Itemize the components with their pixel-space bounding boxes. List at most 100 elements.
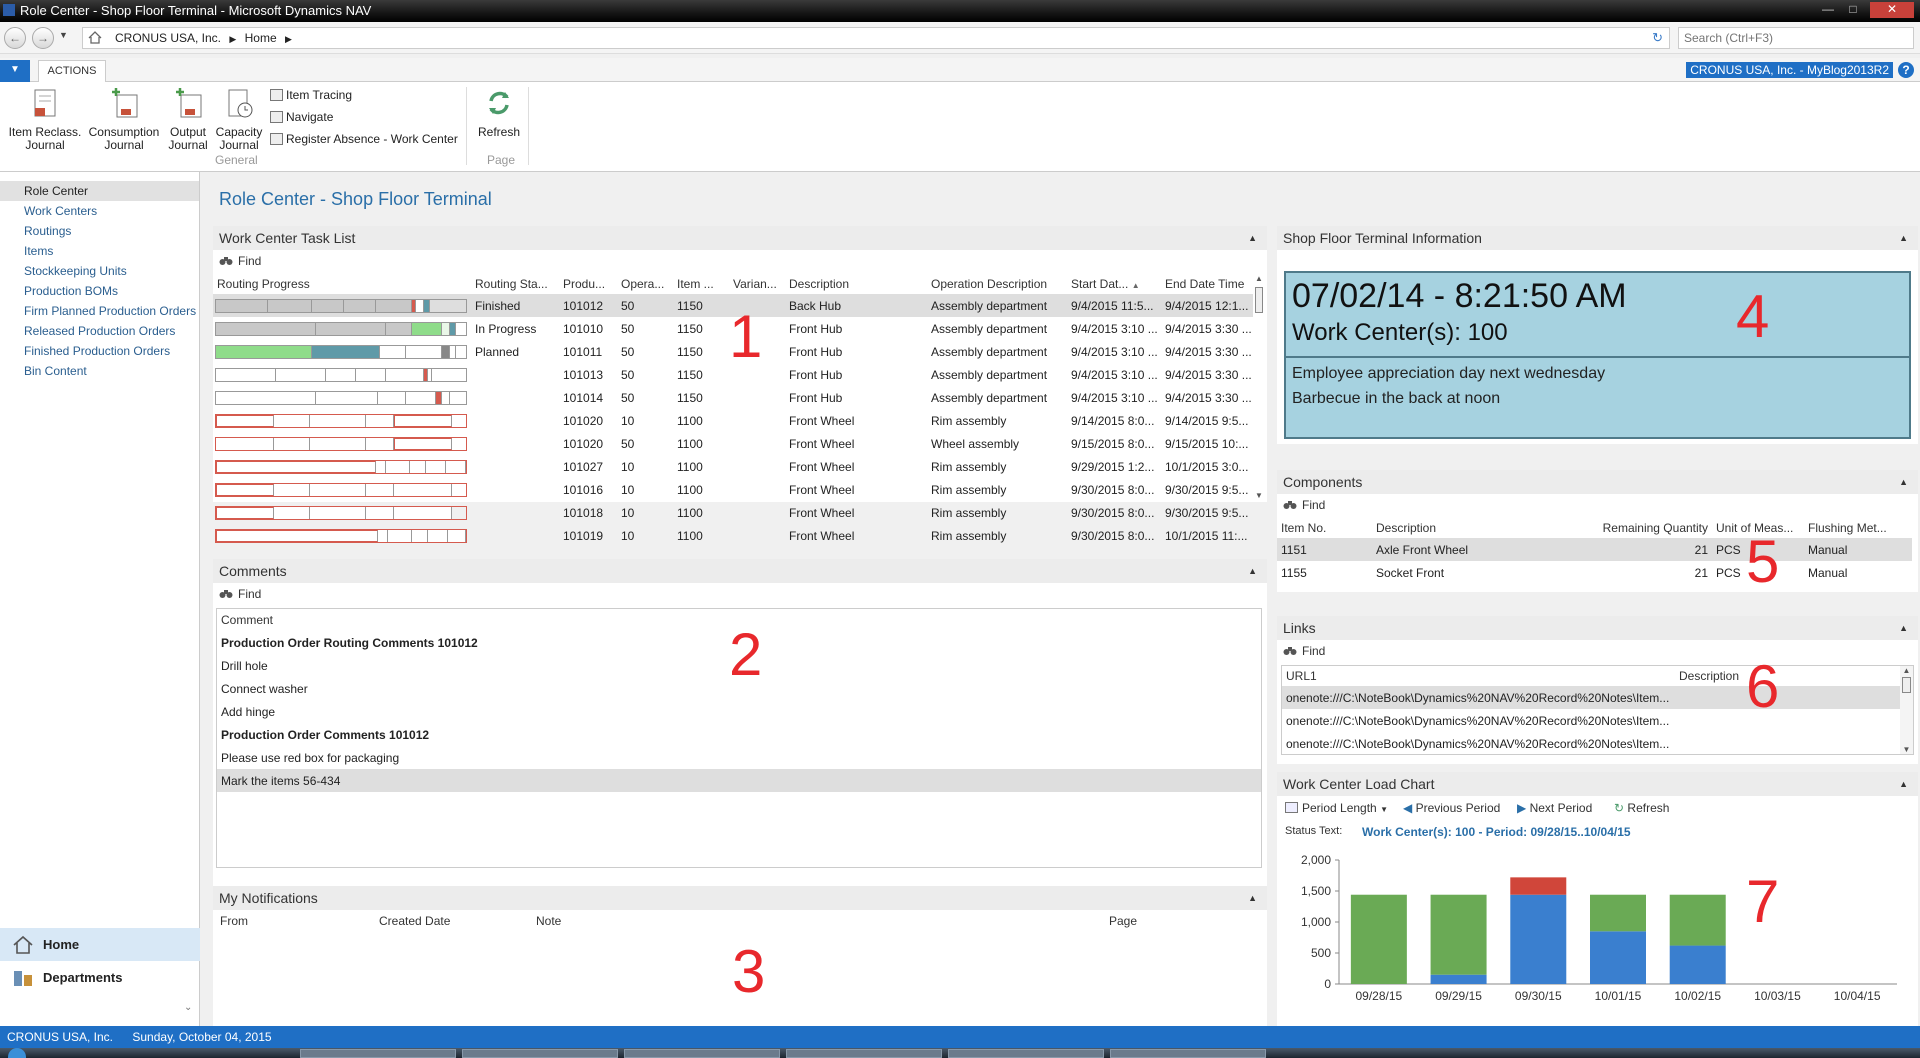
- column-header[interactable]: Opera...: [617, 274, 673, 294]
- collapse-icon[interactable]: ▲: [1899, 772, 1908, 796]
- nav-expand-icon[interactable]: ⌄: [184, 1002, 192, 1013]
- taskbar-button[interactable]: [462, 1049, 618, 1058]
- column-header[interactable]: Routing Sta...: [471, 274, 559, 294]
- taskbar-button[interactable]: [624, 1049, 780, 1058]
- bar-segment[interactable]: [1350, 894, 1407, 984]
- refresh-icon[interactable]: ↻: [1652, 28, 1663, 48]
- table-row[interactable]: Production Order Comments 101012: [217, 723, 1261, 746]
- bar-segment[interactable]: [1510, 877, 1567, 895]
- column-header[interactable]: From: [220, 914, 248, 928]
- table-row[interactable]: Add hinge: [217, 700, 1261, 723]
- history-dropdown-icon[interactable]: ▼: [59, 30, 68, 40]
- register-absence-button[interactable]: Register Absence - Work Center: [270, 132, 458, 146]
- bar-segment[interactable]: [1669, 894, 1726, 946]
- find-button[interactable]: Find: [1283, 644, 1325, 658]
- table-row[interactable]: onenote:///C:\NoteBook\Dynamics%20NAV%20…: [1282, 686, 1900, 709]
- previous-period-button[interactable]: ◀ Previous Period: [1403, 801, 1500, 815]
- collapse-icon[interactable]: ▲: [1248, 559, 1257, 583]
- column-header[interactable]: Flushing Met...: [1804, 518, 1912, 538]
- nav-item-firm-planned-orders[interactable]: Firm Planned Production Orders: [0, 301, 199, 321]
- column-header[interactable]: Item ...: [673, 274, 729, 294]
- taskbar-button[interactable]: [786, 1049, 942, 1058]
- table-row[interactable]: 1151 Axle Front Wheel 21 PCS Manual: [1277, 538, 1912, 561]
- bar-segment[interactable]: [1590, 931, 1646, 984]
- minimize-button[interactable]: —: [1818, 2, 1838, 18]
- nav-item-finished-orders[interactable]: Finished Production Orders: [0, 341, 199, 361]
- output-journal-button[interactable]: Output Journal: [164, 87, 212, 152]
- column-header[interactable]: Routing Progress: [213, 274, 471, 294]
- chart-refresh-button[interactable]: ↻ Refresh: [1614, 801, 1669, 815]
- column-header[interactable]: End Date Time: [1161, 274, 1253, 294]
- maximize-button[interactable]: □: [1843, 2, 1863, 18]
- column-header[interactable]: Page: [1109, 914, 1137, 928]
- links-scrollbar[interactable]: ▲ ▼: [1900, 666, 1913, 754]
- navigate-button[interactable]: Navigate: [270, 110, 333, 124]
- nav-item-stockkeeping-units[interactable]: Stockkeeping Units: [0, 261, 199, 281]
- find-button[interactable]: Find: [219, 587, 261, 601]
- taskbar-button[interactable]: [1110, 1049, 1266, 1058]
- column-header[interactable]: Created Date: [379, 914, 450, 928]
- help-icon[interactable]: ?: [1898, 62, 1914, 78]
- column-header[interactable]: Operation Description: [927, 274, 1067, 294]
- find-button[interactable]: Find: [1283, 498, 1325, 512]
- column-header[interactable]: URL1: [1282, 666, 1675, 686]
- table-row[interactable]: onenote:///C:\NoteBook\Dynamics%20NAV%20…: [1282, 732, 1900, 754]
- column-header[interactable]: Start Dat... ▲: [1067, 274, 1161, 294]
- table-row[interactable]: Mark the items 56-434: [217, 769, 1261, 792]
- back-button[interactable]: ←: [4, 27, 26, 49]
- tab-actions[interactable]: ACTIONS: [38, 60, 106, 83]
- collapse-icon[interactable]: ▲: [1899, 616, 1908, 640]
- column-header[interactable]: Description: [785, 274, 927, 294]
- nav-item-items[interactable]: Items: [0, 241, 199, 261]
- table-row[interactable]: 1155 Socket Front 21 PCS Manual: [1277, 561, 1912, 584]
- column-header[interactable]: Item No.: [1277, 518, 1372, 538]
- capacity-journal-button[interactable]: Capacity Journal: [214, 87, 264, 152]
- close-button[interactable]: ✕: [1870, 2, 1914, 18]
- breadcrumb-company[interactable]: CRONUS USA, Inc.: [115, 31, 221, 45]
- breadcrumb-page[interactable]: Home: [245, 31, 277, 45]
- url-cell[interactable]: onenote:///C:\NoteBook\Dynamics%20NAV%20…: [1282, 686, 1675, 709]
- column-header[interactable]: Remaining Quantity: [1592, 518, 1712, 538]
- nav-item-work-centers[interactable]: Work Centers: [0, 201, 199, 221]
- breadcrumb-chevron-icon[interactable]: ▶: [285, 34, 292, 44]
- column-header[interactable]: Produ...: [559, 274, 617, 294]
- task-list-scrollbar[interactable]: ▲ ▼: [1253, 274, 1265, 500]
- nav-item-role-center[interactable]: Role Center: [0, 181, 199, 201]
- nav-group-home[interactable]: Home: [0, 928, 200, 961]
- taskbar-button[interactable]: [948, 1049, 1104, 1058]
- table-row[interactable]: 101027 10 1100 Front Wheel Rim assembly 9/29/…: [213, 455, 1253, 478]
- table-row[interactable]: 101014 50 1150 Front Hub Assembly department…: [213, 386, 1253, 409]
- taskbar-button[interactable]: [300, 1049, 456, 1058]
- item-reclass-journal-button[interactable]: Item Reclass. Journal: [8, 87, 82, 152]
- nav-item-production-boms[interactable]: Production BOMs: [0, 281, 199, 301]
- bar-segment[interactable]: [1430, 894, 1487, 975]
- url-cell[interactable]: onenote:///C:\NoteBook\Dynamics%20NAV%20…: [1282, 709, 1675, 732]
- collapse-icon[interactable]: ▲: [1248, 226, 1257, 250]
- item-tracing-button[interactable]: Item Tracing: [270, 88, 352, 102]
- collapse-icon[interactable]: ▲: [1899, 226, 1908, 250]
- nav-item-released-orders[interactable]: Released Production Orders: [0, 321, 199, 341]
- table-row[interactable]: 101020 10 1100 Front Wheel Rim assembly 9/14/…: [213, 409, 1253, 432]
- next-period-button[interactable]: ▶ Next Period: [1517, 801, 1592, 815]
- collapse-icon[interactable]: ▲: [1248, 886, 1257, 910]
- application-menu-button[interactable]: ▼: [0, 60, 30, 82]
- search-input[interactable]: [1678, 27, 1914, 49]
- column-header[interactable]: Description: [1675, 666, 1900, 686]
- nav-item-routings[interactable]: Routings: [0, 221, 199, 241]
- nav-group-departments[interactable]: Departments: [0, 961, 200, 994]
- url-cell[interactable]: onenote:///C:\NoteBook\Dynamics%20NAV%20…: [1282, 732, 1675, 754]
- bar-segment[interactable]: [1669, 945, 1726, 984]
- bar-segment[interactable]: [1430, 974, 1487, 984]
- find-button[interactable]: Find: [219, 254, 261, 268]
- table-row[interactable]: Please use red box for packaging: [217, 746, 1261, 769]
- collapse-icon[interactable]: ▲: [1899, 470, 1908, 494]
- table-row[interactable]: 101018 10 1100 Front Wheel Rim assembly 9/30/…: [213, 501, 1253, 524]
- start-button[interactable]: [8, 1048, 26, 1058]
- column-header[interactable]: Note: [536, 914, 561, 928]
- forward-button[interactable]: →: [32, 27, 54, 49]
- refresh-button[interactable]: Refresh: [476, 87, 522, 139]
- column-header[interactable]: Description: [1372, 518, 1592, 538]
- bar-segment[interactable]: [1590, 894, 1646, 932]
- period-length-dropdown[interactable]: Period Length ▼: [1285, 801, 1388, 815]
- consumption-journal-button[interactable]: Consumption Journal: [87, 87, 161, 152]
